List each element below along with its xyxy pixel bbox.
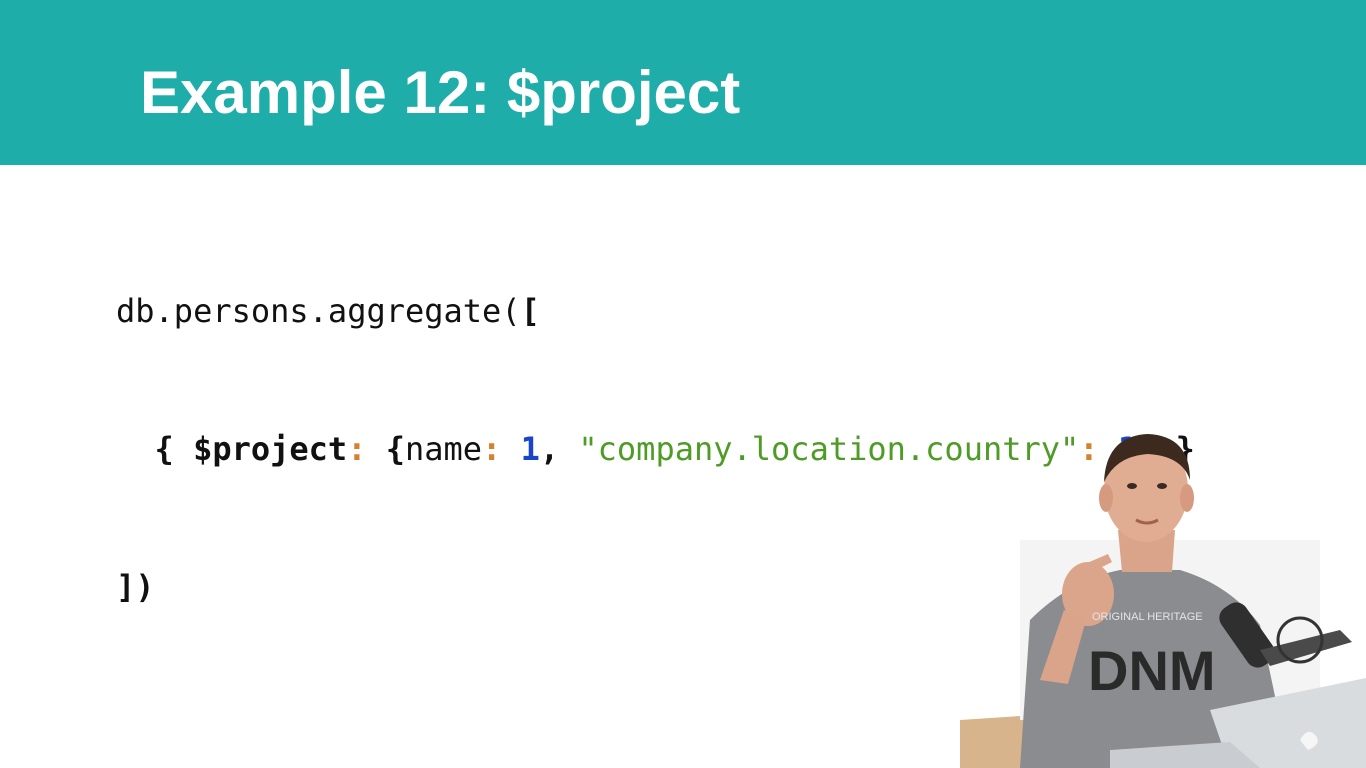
code-line-1: db.persons.aggregate([ [116, 288, 1195, 334]
code-comma: , [539, 430, 579, 468]
ear [1099, 484, 1113, 512]
code-open-bracket: [ [520, 292, 540, 330]
title-bar: Example 12: $project [0, 0, 1366, 165]
slide: Example 12: $project db.persons.aggregat… [0, 0, 1366, 768]
code-aggregate-call: db.persons.aggregate( [116, 292, 521, 330]
code-open-brace: { [154, 430, 194, 468]
code-inner-open-brace: { [385, 430, 405, 468]
ear [1180, 484, 1194, 512]
eye [1127, 483, 1137, 489]
code-colon: : [482, 430, 502, 468]
presenter-image: ORIGINAL HERITAGE DNM [960, 434, 1366, 768]
shirt-text-bottom: DNM [1088, 639, 1216, 702]
shirt-text-top: ORIGINAL HERITAGE [1092, 611, 1203, 623]
code-value-1: 1 [520, 430, 540, 468]
code-colon: : [347, 430, 367, 468]
code-close-bracket: ]) [116, 568, 155, 606]
slide-title: Example 12: $project [140, 59, 741, 126]
presenter-video: ORIGINAL HERITAGE DNM [960, 420, 1366, 768]
code-field-name: name [404, 430, 483, 468]
code-project-operator: $project [193, 430, 348, 468]
eye [1157, 483, 1167, 489]
